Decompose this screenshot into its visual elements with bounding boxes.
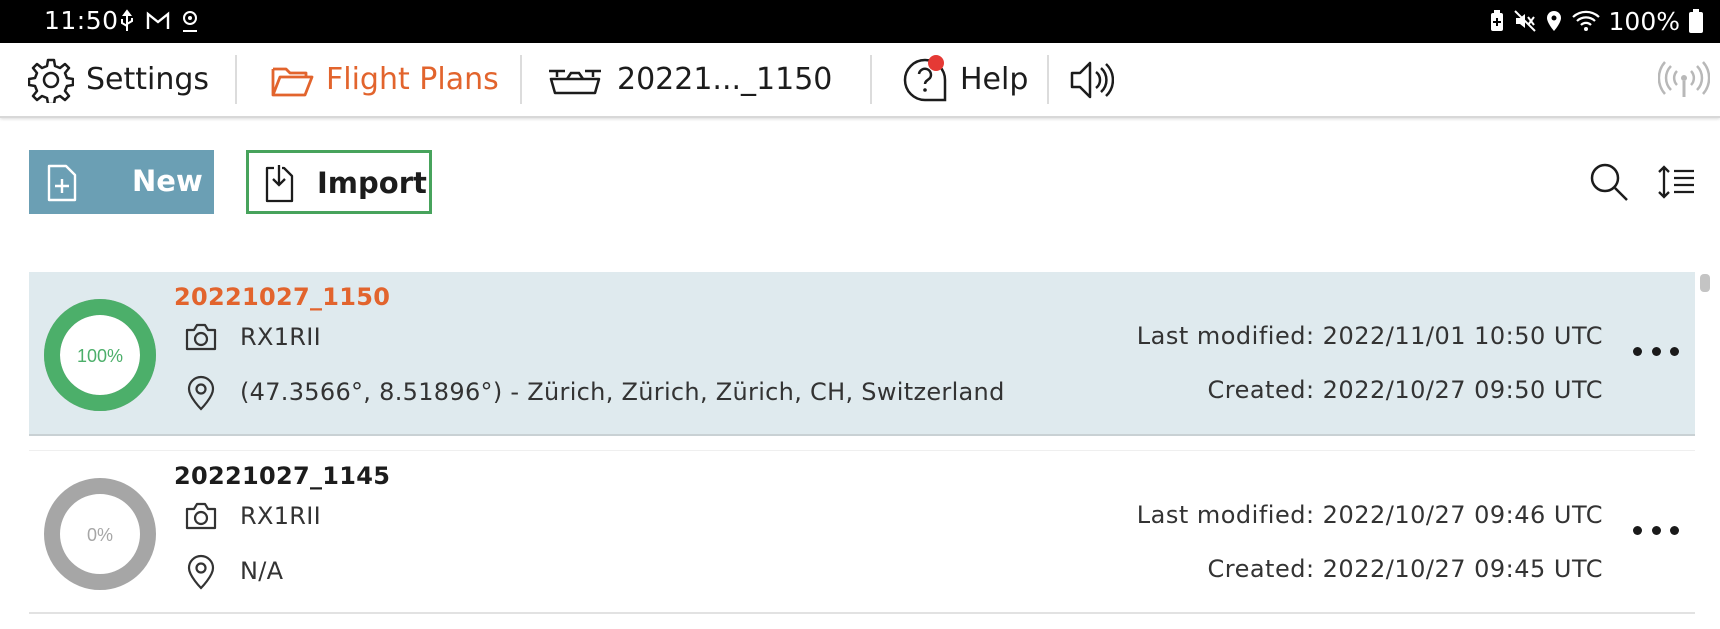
nav-current-plan[interactable]: 20221..._1150 (545, 43, 832, 116)
mute-icon (1513, 10, 1536, 32)
nav-settings[interactable]: Settings (28, 43, 209, 116)
gear-icon (28, 58, 74, 103)
gmail-icon (146, 11, 170, 29)
drone-icon (549, 69, 601, 94)
status-left-icons (118, 9, 200, 33)
battery-saver-icon (1490, 10, 1503, 31)
scrollbar-thumb[interactable] (1700, 274, 1710, 292)
nav-settings-label: Settings (86, 62, 210, 97)
connection-status (1658, 43, 1710, 116)
progress-ring: 100% (44, 299, 156, 411)
location-text: (47.3566°, 8.51896°) - Zürich, Zürich, Z… (240, 378, 1005, 406)
notification-dot (928, 54, 944, 71)
nav-help-label: Help (960, 62, 1029, 97)
wifi-icon (1571, 10, 1600, 31)
sort-icon (1658, 165, 1694, 199)
nav-divider (520, 55, 522, 104)
import-label: Import (317, 166, 427, 200)
nav-divider (235, 55, 237, 104)
sort-button[interactable] (1654, 160, 1698, 204)
more-options-icon[interactable] (1633, 336, 1679, 366)
plan-title: 20221027_1145 (174, 462, 391, 490)
help-icon-wrap (902, 54, 948, 103)
folder-icon (271, 67, 314, 96)
camera-name: RX1RII (240, 323, 322, 351)
nav-divider (1047, 55, 1049, 104)
nav-divider (870, 55, 872, 104)
progress-ring: 0% (44, 478, 156, 590)
nav-help[interactable]: Help (902, 43, 1028, 116)
camera-icon (185, 323, 217, 351)
status-time: 11:50 (44, 6, 119, 35)
usb-icon (121, 9, 133, 31)
progress-text: 0% (87, 525, 113, 545)
signal-antenna-icon (1658, 60, 1710, 97)
nav-current-plan-label: 20221..._1150 (617, 62, 833, 97)
battery-percent: 100% (1608, 6, 1680, 36)
battery-icon (1689, 9, 1703, 33)
map-pin-icon (187, 375, 215, 411)
location-text: N/A (240, 557, 284, 585)
more-options-icon[interactable] (1633, 515, 1679, 545)
progress-text: 100% (77, 346, 123, 366)
camera-icon (185, 502, 217, 530)
created-date: Created: 2022/10/27 09:50 UTC (1207, 376, 1603, 404)
camera-line: RX1RII (184, 501, 321, 531)
search-icon (1590, 163, 1628, 201)
camera-line: RX1RII (184, 322, 321, 352)
flight-plan-row[interactable]: 100% 20221027_1150 RX1RII (47.3566°, 8.5… (29, 272, 1695, 436)
location-line: N/A (184, 552, 283, 590)
location-pin-icon (183, 11, 197, 32)
nav-flight-plans-label: Flight Plans (326, 62, 499, 97)
speaker-icon (1070, 61, 1114, 98)
last-modified: Last modified: 2022/10/27 09:46 UTC (1136, 501, 1603, 529)
last-modified: Last modified: 2022/11/01 10:50 UTC (1136, 322, 1603, 350)
location-icon (1546, 11, 1561, 31)
import-file-icon (265, 165, 294, 203)
map-pin-icon (187, 554, 215, 590)
status-right-icons: 100% (1489, 6, 1704, 36)
new-plan-label: New (132, 164, 203, 198)
search-button[interactable] (1587, 160, 1631, 204)
new-file-icon (47, 164, 77, 202)
camera-name: RX1RII (240, 502, 322, 530)
import-button[interactable]: Import (246, 150, 432, 214)
created-date: Created: 2022/10/27 09:45 UTC (1207, 555, 1603, 583)
status-bar: 11:50 100% (0, 0, 1720, 43)
nav-flight-plans[interactable]: Flight Plans (270, 43, 499, 116)
new-plan-button[interactable]: New (29, 150, 214, 214)
nav-sound-toggle[interactable] (1068, 43, 1114, 116)
top-navigation: Settings Flight Plans 20221..._1150 Help (0, 43, 1720, 118)
flight-plan-row[interactable]: 0% 20221027_1145 RX1RII N/A Last modifie… (29, 450, 1695, 614)
plan-title: 20221027_1150 (174, 283, 391, 311)
location-line: (47.3566°, 8.51896°) - Zürich, Zürich, Z… (184, 373, 1005, 411)
